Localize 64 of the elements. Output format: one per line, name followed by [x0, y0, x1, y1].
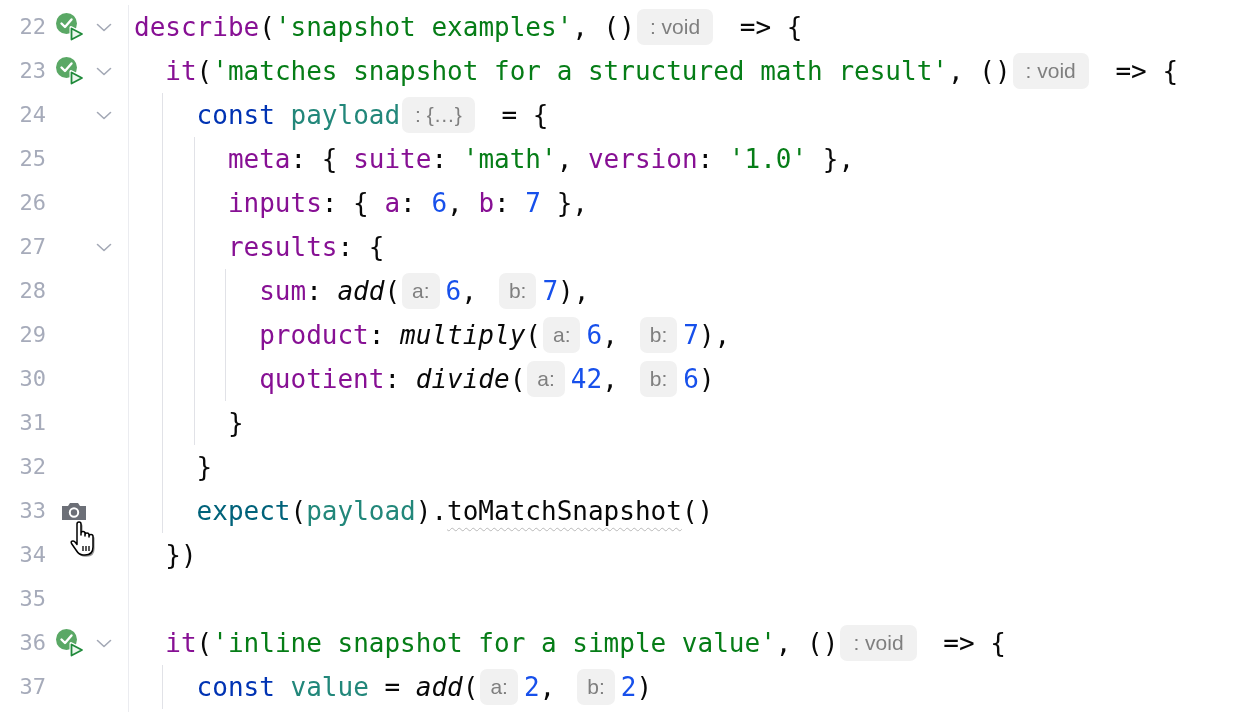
line-number: 27	[18, 233, 46, 261]
line-number: 37	[18, 673, 46, 701]
code-text: }	[196, 452, 213, 482]
line-number: 25	[18, 145, 46, 173]
code-text: = {	[500, 100, 549, 130]
chevron-down-icon[interactable]	[96, 638, 112, 648]
inlay-hint: b:	[577, 669, 615, 705]
line-number: 31	[18, 409, 46, 437]
code-text: sum: add(	[259, 276, 401, 306]
line-number: 34	[18, 541, 46, 569]
code-text: inputs: { a: 6, b: 7 },	[227, 188, 588, 218]
inlay-hint: : {…}	[402, 97, 475, 133]
code-text: meta: { suite: 'math', version: '1.0' },	[227, 144, 855, 174]
code-text: quotient: divide(	[259, 364, 526, 394]
code-text: const payload	[196, 100, 401, 130]
code-text: const value = add(	[196, 672, 479, 702]
line-number: 35	[18, 585, 46, 613]
code-text: }	[227, 408, 244, 438]
code-text: 6,	[445, 276, 477, 306]
inlay-hint: b:	[639, 361, 678, 397]
camera-icon[interactable]	[62, 502, 86, 520]
inlay-hint: b:	[498, 273, 537, 309]
inlay-hint: b:	[639, 317, 678, 353]
chevron-down-icon[interactable]	[96, 242, 112, 252]
code-text: describe('snapshot examples', ()	[134, 12, 635, 42]
inlay-hint: : void	[1012, 53, 1089, 89]
inlay-hint: a:	[480, 669, 518, 705]
code-text: it('inline snapshot for a simple value', ()	[165, 628, 839, 658]
inlay-hint: a:	[527, 361, 565, 397]
code-text: 42,	[570, 364, 618, 394]
line-number: 29	[18, 321, 46, 349]
line-number: 33	[18, 497, 46, 525]
code-text: => {	[942, 628, 1006, 658]
code-text: results: {	[227, 232, 385, 262]
code-text: => {	[1114, 56, 1179, 86]
code-text: 7),	[542, 276, 590, 306]
inlay-hint: : void	[840, 625, 917, 661]
code-text: 7),	[683, 320, 731, 350]
line-number: 26	[18, 189, 46, 217]
code-text: 2)	[620, 672, 653, 702]
code-text: it('matches snapshot for a structured math result', ()	[165, 56, 1011, 86]
code-text: product: multiply(	[259, 320, 541, 350]
chevron-down-icon[interactable]	[96, 66, 112, 76]
line-number: 30	[18, 365, 46, 393]
check-play-icon[interactable]	[55, 12, 85, 42]
inlay-hint: a:	[542, 317, 581, 353]
chevron-down-icon[interactable]	[96, 22, 112, 32]
code-text: 6,	[586, 320, 618, 350]
code-text: })	[165, 540, 197, 570]
code-text: 2,	[523, 672, 556, 702]
code-text: 6)	[683, 364, 715, 394]
inlay-hint: : void	[636, 9, 714, 45]
line-number: 32	[18, 453, 46, 481]
line-number: 23	[18, 57, 46, 85]
code-text: expect(payload).toMatchSnapshot()	[196, 496, 714, 526]
line-number: 22	[18, 13, 46, 41]
inlay-hint: a:	[402, 273, 440, 309]
line-number: 28	[18, 277, 46, 305]
check-play-icon[interactable]	[55, 628, 85, 658]
check-play-icon[interactable]	[55, 56, 85, 86]
line-number: 36	[18, 629, 46, 657]
chevron-down-icon[interactable]	[96, 110, 112, 120]
line-number: 24	[18, 101, 46, 129]
code-text: => {	[738, 12, 803, 42]
